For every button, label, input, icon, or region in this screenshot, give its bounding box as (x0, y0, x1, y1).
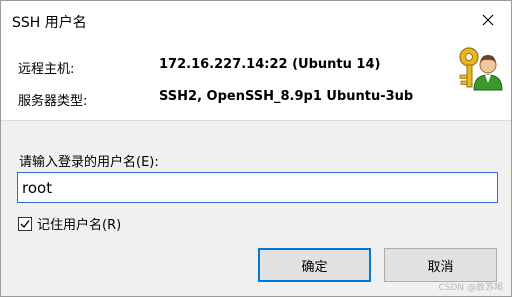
remember-username-checkbox[interactable]: 记住用户名(R) (18, 214, 121, 233)
ssh-username-dialog: SSH 用户名 远程主机: 172.16.227.14:22 (Ubuntu 1… (0, 0, 512, 297)
close-icon (482, 14, 494, 26)
key-user-icon (459, 47, 503, 91)
checkbox-box[interactable] (18, 216, 32, 231)
username-input[interactable] (17, 172, 498, 203)
cancel-button[interactable]: 取消 (384, 248, 497, 282)
server-type-value: SSH2, OpenSSH_8.9p1 Ubuntu-3ub (159, 89, 414, 104)
remote-host-label: 远程主机: (18, 62, 75, 77)
username-prompt-label: 请输入登录的用户名(E): (19, 155, 159, 170)
watermark-text: CSDN @故苏喝 (438, 283, 503, 293)
dialog-title: SSH 用户名 (12, 15, 87, 31)
ok-button[interactable]: 确定 (258, 248, 371, 282)
connection-info-panel: 远程主机: 172.16.227.14:22 (Ubuntu 14) 服务器类型… (1, 39, 511, 121)
close-button[interactable] (465, 1, 511, 39)
title-bar: SSH 用户名 (1, 1, 511, 39)
remote-host-value: 172.16.227.14:22 (Ubuntu 14) (159, 57, 381, 72)
server-type-label: 服务器类型: (18, 94, 88, 109)
checkmark-icon (20, 219, 30, 228)
remember-username-label: 记住用户名(R) (37, 218, 122, 233)
